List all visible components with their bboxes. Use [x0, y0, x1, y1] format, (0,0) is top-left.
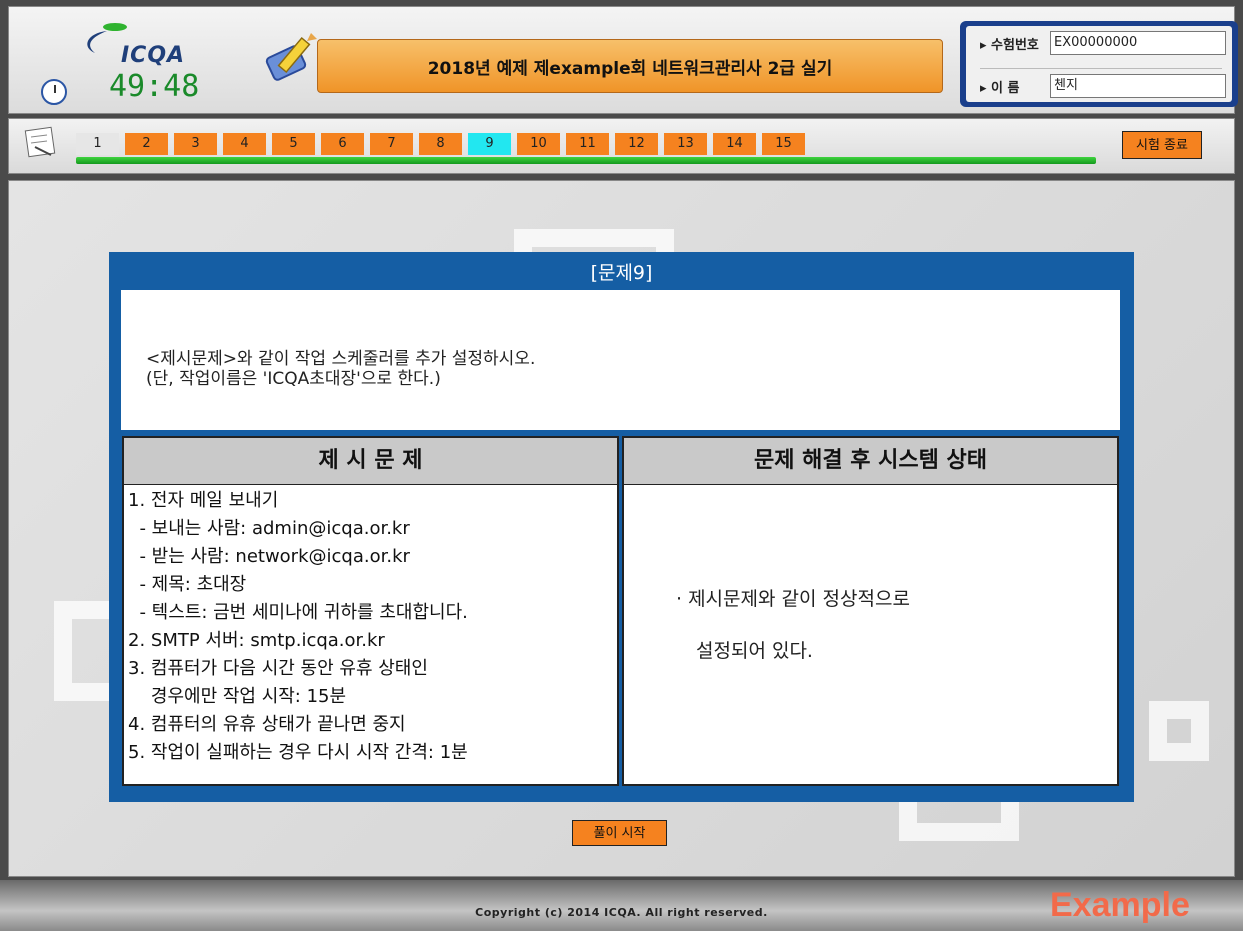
- clock-icon: [41, 79, 67, 105]
- end-exam-button[interactable]: 시험 종료: [1122, 131, 1202, 159]
- condition-line: - 보내는 사람: admin@icqa.or.kr: [128, 518, 410, 539]
- condition-line: - 텍스트: 금번 세미나에 귀하를 초대합니다.: [128, 602, 468, 623]
- example-watermark: Example: [1050, 886, 1190, 924]
- question-button-11[interactable]: 11: [566, 133, 609, 155]
- candidate-name-field: 첸지: [1050, 74, 1226, 98]
- question-button-10[interactable]: 10: [517, 133, 560, 155]
- question-button-15[interactable]: 15: [762, 133, 805, 155]
- app-window: ICQA 49:48 2018년 예제 제example회 네트워크관리사 2급…: [0, 0, 1243, 931]
- pencil-icon: [265, 33, 317, 81]
- candidate-number-field: EX00000000: [1050, 31, 1226, 55]
- question-button-14[interactable]: 14: [713, 133, 756, 155]
- condition-line: 경우에만 작업 시작: 15분: [128, 686, 347, 707]
- question-text-box: <제시문제>와 같이 작업 스케줄러를 추가 설정하시오. (단, 작업이름은 …: [121, 290, 1120, 430]
- progress-bar: [76, 157, 1096, 164]
- question-button-5[interactable]: 5: [272, 133, 315, 155]
- logo-text: ICQA: [121, 43, 186, 68]
- question-button-3[interactable]: 3: [174, 133, 217, 155]
- condition-line: - 제목: 초대장: [128, 574, 247, 595]
- question-button-4[interactable]: 4: [223, 133, 266, 155]
- condition-line: 5. 작업이 실패하는 경우 다시 시작 간격: 1분: [128, 742, 468, 763]
- question-button-8[interactable]: 8: [419, 133, 462, 155]
- footer: Copyright (c) 2014 ICQA. All right reser…: [0, 880, 1243, 931]
- question-nav-bar: 1 2 3 4 5 6 7 8 9 10 11 12 13 14 15 시험 종료: [8, 118, 1235, 174]
- header-bar: ICQA 49:48 2018년 예제 제example회 네트워크관리사 2급…: [8, 6, 1238, 114]
- question-button-9[interactable]: 9: [468, 133, 511, 155]
- candidate-name-label: ▸ 이 름: [980, 80, 1020, 96]
- state-line: · 제시문제와 같이 정상적으로: [676, 588, 910, 610]
- expected-state-box: 문제 해결 후 시스템 상태 · 제시문제와 같이 정상적으로 설정되어 있다.: [622, 436, 1119, 786]
- condition-line: 3. 컴퓨터가 다음 시간 동안 유휴 상태인: [128, 658, 428, 679]
- candidate-number-row: ▸ 수험번호 EX00000000: [980, 29, 1226, 57]
- question-button-6[interactable]: 6: [321, 133, 364, 155]
- exam-timer: 49:48: [109, 69, 200, 104]
- state-line: 설정되어 있다.: [696, 640, 813, 662]
- given-conditions-box: 제 시 문 제 1. 전자 메일 보내기 - 보내는 사람: admin@icq…: [122, 436, 619, 786]
- candidate-number-label: ▸ 수험번호: [980, 37, 1039, 53]
- question-button-1[interactable]: 1: [76, 133, 119, 155]
- question-button-13[interactable]: 13: [664, 133, 707, 155]
- question-panel: [문제9] <제시문제>와 같이 작업 스케줄러를 추가 설정하시오. (단, …: [109, 252, 1134, 802]
- question-line: (단, 작업이름은 'ICQA초대장'으로 한다.): [146, 369, 441, 389]
- expected-state-header: 문제 해결 후 시스템 상태: [624, 438, 1117, 485]
- candidate-name-row: ▸ 이 름 첸지: [980, 72, 1226, 100]
- candidate-info-panel: ▸ 수험번호 EX00000000 ▸ 이 름 첸지: [960, 21, 1238, 107]
- condition-line: - 받는 사람: network@icqa.or.kr: [128, 546, 410, 567]
- given-conditions-header: 제 시 문 제: [124, 438, 617, 485]
- condition-line: 1. 전자 메일 보내기: [128, 490, 279, 511]
- question-title: [문제9]: [590, 262, 653, 284]
- start-solving-button[interactable]: 풀이 시작: [572, 820, 667, 846]
- question-button-12[interactable]: 12: [615, 133, 658, 155]
- exam-title: 2018년 예제 제example회 네트워크관리사 2급 실기: [317, 39, 943, 93]
- condition-line: 2. SMTP 서버: smtp.icqa.or.kr: [128, 630, 385, 651]
- condition-line: 4. 컴퓨터의 유휴 상태가 끝나면 중지: [128, 714, 406, 735]
- memo-icon[interactable]: [23, 125, 59, 159]
- question-button-7[interactable]: 7: [370, 133, 413, 155]
- question-button-2[interactable]: 2: [125, 133, 168, 155]
